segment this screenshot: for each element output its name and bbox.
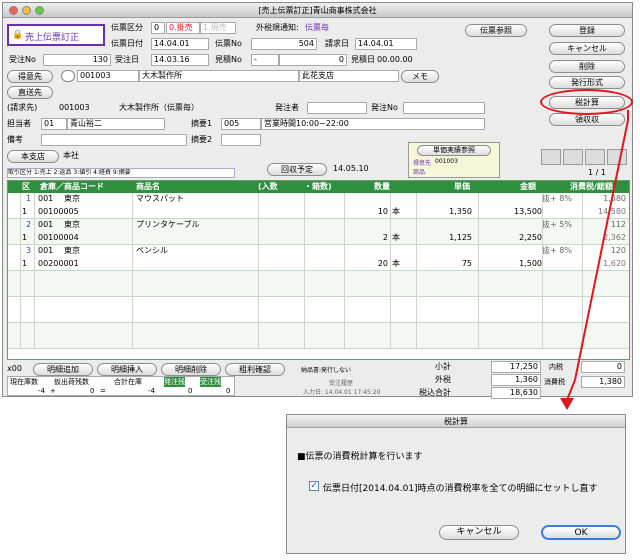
zeikeisan-dialog: 税計算 ■伝票の消費税計算を行います ✓ 伝票日付[2014.04.01]時点の…: [286, 414, 626, 554]
recalc-checkbox[interactable]: ✓: [309, 481, 319, 491]
recalc-checkbox-label: 伝票日付[2014.04.01]時点の消費税率を全ての明細にセットし直す: [323, 484, 598, 494]
dialog-title: 税計算: [444, 417, 468, 426]
dialog-titlebar: 税計算: [287, 415, 625, 428]
dialog-heading: ■伝票の消費税計算を行います: [297, 452, 423, 462]
dialog-cancel-button[interactable]: キャンセル: [439, 525, 519, 540]
dialog-ok-button[interactable]: OK: [541, 525, 621, 540]
